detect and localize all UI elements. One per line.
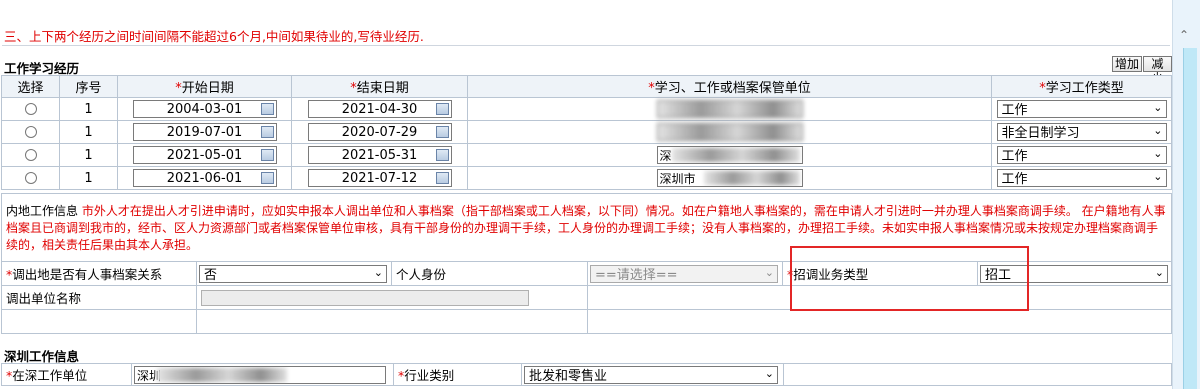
highlight-annotation (790, 246, 1029, 311)
inland-notice: 市外人才在提出人才引进申请时，应如实申报本人调出单位和人事档案（指干部档案或工人… (6, 204, 1166, 252)
has-archive-label: 调出地是否有人事档案关系 (12, 267, 163, 282)
chevron-down-icon: ⌄ (373, 265, 383, 279)
start-date-value: 2021-06-01 (166, 170, 243, 186)
end-date-value: 2021-04-30 (341, 101, 418, 117)
calendar-icon[interactable] (260, 149, 274, 161)
type-select[interactable]: 非全日制学习 ⌄ (996, 122, 1167, 141)
divider (2, 45, 1170, 46)
type-select[interactable]: 工作 ⌄ (996, 145, 1167, 164)
row-radio[interactable] (24, 103, 37, 115)
end-date-value: 2020-07-29 (341, 124, 418, 140)
calendar-icon[interactable] (435, 149, 449, 161)
chevron-down-icon: ⌄ (1153, 100, 1163, 114)
form-page: 三、上下两个经历之间时间间隔不能超过6个月,中间如果待业的,写待业经历. 工作学… (0, 0, 1172, 389)
col-end-date: *结束日期 (291, 75, 468, 98)
row-seq: 1 (59, 120, 118, 144)
sz-unit-label: 在深工作单位 (12, 368, 88, 383)
chevron-down-icon: ⌄ (1154, 265, 1164, 279)
chevron-up-icon[interactable]: ⌃ (1179, 28, 1189, 42)
table-row: 1 2021-06-01 2021-07-12 深圳市 工作 ⌄ (1, 166, 1172, 190)
start-date-input[interactable]: 2004-03-01 (132, 100, 277, 118)
calendar-icon[interactable] (260, 103, 274, 115)
start-date-value: 2004-03-01 (166, 101, 243, 117)
row-seq: 1 (59, 143, 118, 167)
scrollbar-thumb[interactable] (1183, 48, 1197, 389)
has-archive-label-cell: *调出地是否有人事档案关系 (1, 261, 197, 286)
col-start-date-label: 开始日期 (181, 81, 234, 96)
row-radio[interactable] (24, 172, 37, 184)
row-radio[interactable] (24, 126, 37, 138)
end-date-input[interactable]: 2021-07-12 (307, 169, 452, 187)
chevron-down-icon: ⌄ (1153, 146, 1163, 160)
start-date-input[interactable]: 2021-05-01 (132, 146, 277, 164)
end-date-value: 2021-07-12 (341, 170, 418, 186)
type-select[interactable]: 工作 ⌄ (996, 99, 1167, 118)
blurred-text (703, 171, 800, 185)
chevron-down-icon: ⌄ (764, 366, 774, 380)
industry-label-cell: *行业类别 (393, 363, 522, 386)
end-date-input[interactable]: 2021-04-30 (307, 100, 452, 118)
chevron-down-icon: ⌄ (1153, 169, 1163, 183)
table-row: 1 2004-03-01 2021-04-30 工作 ⌄ (1, 97, 1172, 121)
out-unit-label: 调出单位名称 (1, 285, 197, 310)
table-header-row: 选择 序号 *开始日期 *结束日期 *学习、工作或档案保管单位 *学习工作类型 (1, 75, 1172, 98)
calendar-icon[interactable] (260, 172, 274, 184)
chevron-down-icon: ⌄ (1153, 123, 1163, 137)
unit-input[interactable] (656, 123, 803, 141)
calendar-icon[interactable] (435, 103, 449, 115)
unit-input[interactable]: 深圳市 (656, 169, 803, 187)
vertical-scrollbar[interactable]: ⌃ (1172, 0, 1200, 389)
sz-unit-label-cell: *在深工作单位 (1, 363, 132, 386)
chevron-down-icon: ⌄ (764, 265, 774, 279)
has-archive-select[interactable]: 否 ⌄ (199, 264, 387, 283)
industry-select[interactable]: 批发和零售业 ⌄ (524, 365, 778, 384)
calendar-icon[interactable] (260, 126, 274, 138)
out-unit-input[interactable] (201, 289, 529, 306)
table-row: 1 2021-05-01 2021-05-31 深 工作 ⌄ (1, 143, 1172, 167)
col-unit-label: 学习、工作或档案保管单位 (654, 81, 811, 96)
start-date-value: 2021-05-01 (166, 147, 243, 163)
sz-unit-input[interactable]: 深圳 (134, 365, 386, 384)
row-seq: 1 (59, 166, 118, 190)
work-study-table: 选择 序号 *开始日期 *结束日期 *学习、工作或档案保管单位 *学习工作类型 … (1, 75, 1172, 190)
identity-label: 个人身份 (391, 261, 588, 286)
blurred-text (157, 367, 287, 382)
col-type-label: 学习工作类型 (1045, 81, 1124, 96)
row-radio[interactable] (24, 149, 37, 161)
col-start-date: *开始日期 (117, 75, 292, 98)
notice-text: 三、上下两个经历之间时间间隔不能超过6个月,中间如果待业的,写待业经历. (4, 29, 424, 44)
type-select[interactable]: 工作 ⌄ (996, 168, 1167, 187)
calendar-icon[interactable] (435, 126, 449, 138)
shenzhen-table: *在深工作单位 深圳 *行业类别 批发和零售业 ⌄ (1, 363, 1172, 386)
col-type: *学习工作类型 (991, 75, 1172, 98)
start-date-value: 2019-07-01 (166, 124, 243, 140)
col-seq: 序号 (59, 75, 118, 98)
col-select: 选择 (1, 75, 60, 98)
add-row-button[interactable]: 增加 (1112, 56, 1143, 72)
blurred-text (671, 148, 800, 162)
empty-row (1, 309, 1172, 334)
end-date-input[interactable]: 2020-07-29 (307, 123, 452, 141)
start-date-input[interactable]: 2021-06-01 (132, 169, 277, 187)
identity-select[interactable]: ==请选择== ⌄ (590, 264, 778, 283)
table-row: 1 2019-07-01 2020-07-29 非全日制学习 ⌄ (1, 120, 1172, 144)
unit-input[interactable] (656, 100, 803, 118)
industry-label: 行业类别 (404, 368, 455, 383)
row-seq: 1 (59, 97, 118, 121)
inland-label: 内地工作信息 (6, 204, 79, 218)
unit-input[interactable]: 深 (656, 146, 803, 164)
calendar-icon[interactable] (435, 172, 449, 184)
col-end-date-label: 结束日期 (356, 81, 409, 96)
col-unit: *学习、工作或档案保管单位 (467, 75, 992, 98)
start-date-input[interactable]: 2019-07-01 (132, 123, 277, 141)
end-date-input[interactable]: 2021-05-31 (307, 146, 452, 164)
remove-row-button[interactable]: 减少 (1143, 56, 1172, 85)
end-date-value: 2021-05-31 (341, 147, 418, 163)
